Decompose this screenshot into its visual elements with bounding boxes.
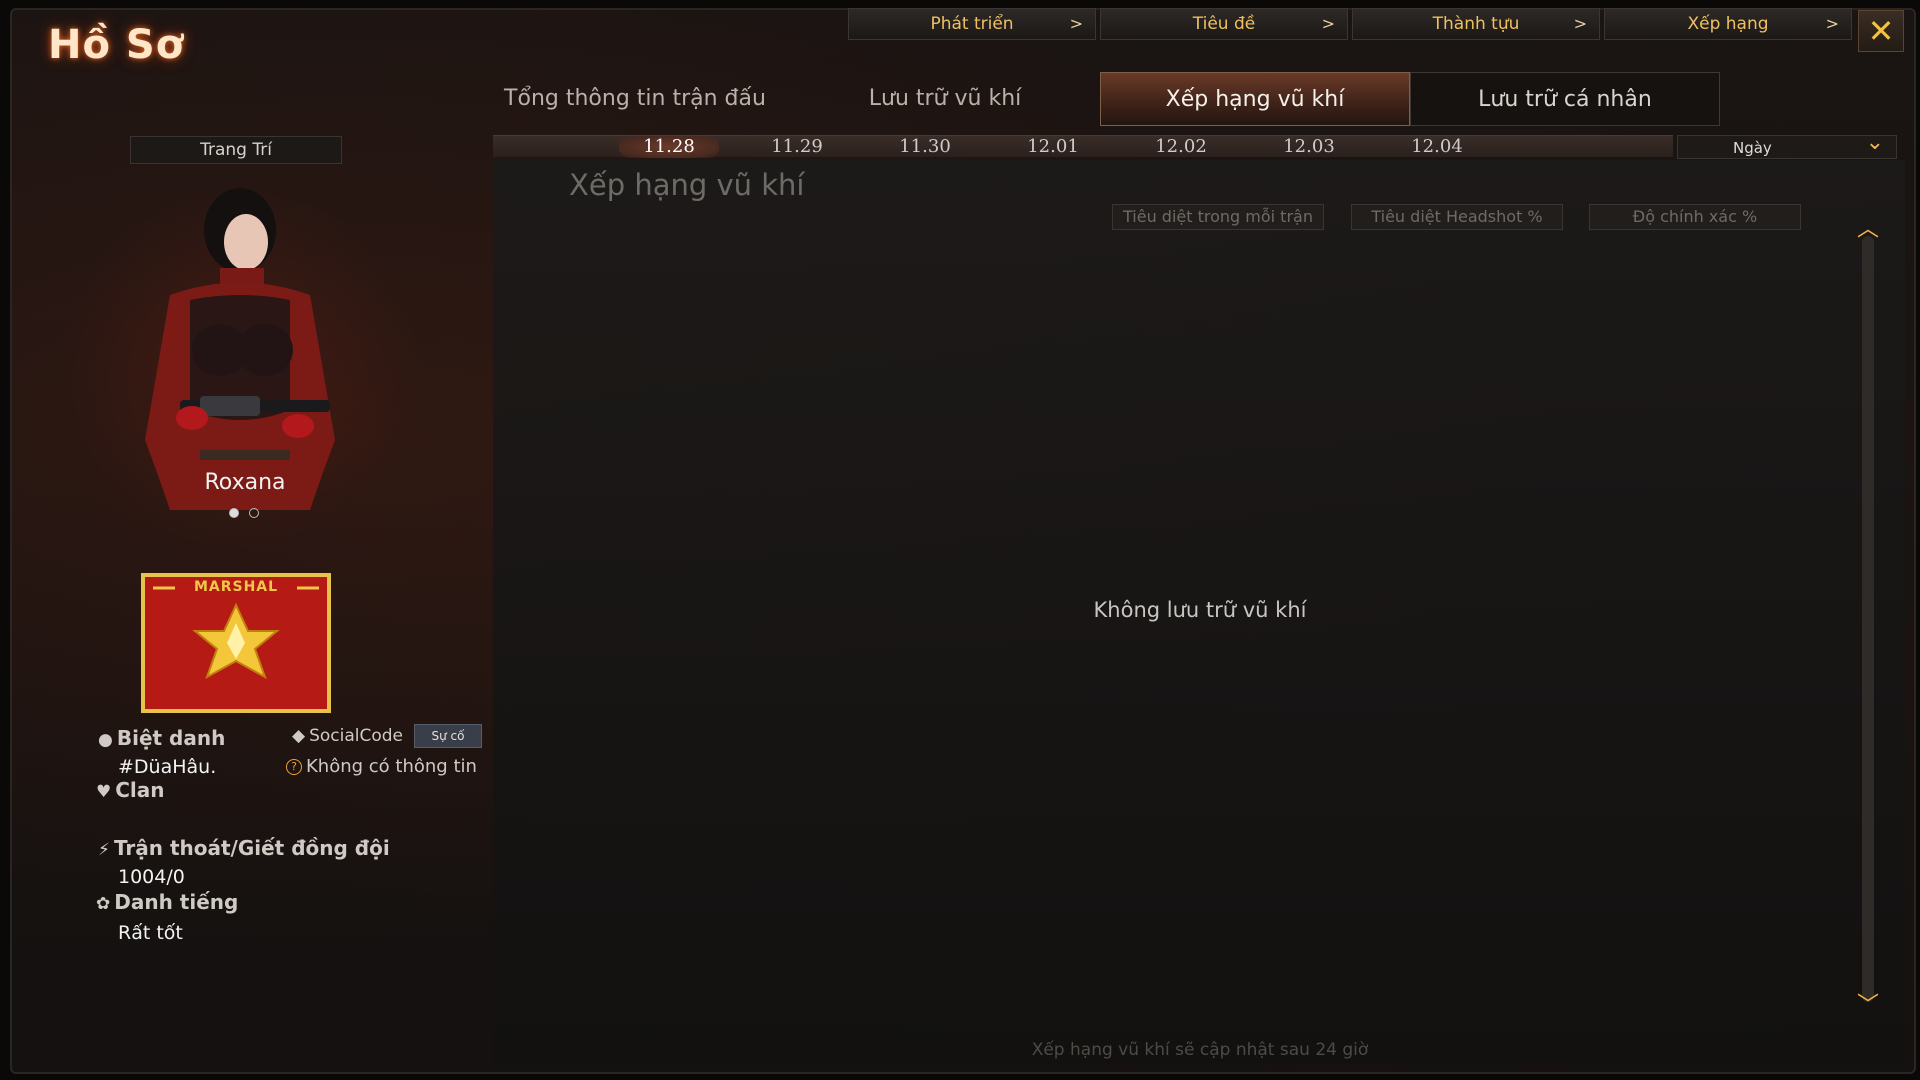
character-pager: [229, 508, 259, 518]
social-code-value: ? Không có thông tin: [286, 756, 494, 777]
nav-achievement-button[interactable]: Thành tựu >: [1352, 8, 1600, 40]
chevron-right-icon: >: [1321, 14, 1335, 33]
date-bar: 11.28 11.29 11.30 12.01 12.02 12.03 12.0…: [493, 135, 1673, 158]
sort-kills-per-match-button[interactable]: Tiêu diệt trong mỗi trận: [1112, 204, 1324, 230]
scroll-down-icon[interactable]: ﹀: [1856, 995, 1880, 1017]
tab-match-summary[interactable]: Tổng thông tin trận đấu: [480, 72, 790, 126]
close-icon: ✕: [1867, 12, 1895, 50]
date-item[interactable]: 11.28: [619, 136, 719, 158]
desert-label-text: Trận thoát/Giết đồng đội: [113, 836, 390, 860]
main-tabs: Tổng thông tin trận đấu Lưu trữ vũ khí X…: [480, 72, 1720, 126]
nav-ranking-button[interactable]: Xếp hạng >: [1604, 8, 1852, 40]
date-item[interactable]: 11.29: [747, 136, 847, 158]
running-icon: ⚡: [98, 840, 110, 860]
character-name: Roxana: [204, 470, 286, 495]
nickname-label-text: Biệt danh: [116, 726, 226, 750]
period-select[interactable]: Ngày ⌄: [1677, 130, 1897, 159]
report-button[interactable]: Sự cố: [414, 724, 482, 748]
period-select-label: Ngày: [1733, 139, 1772, 157]
pager-dot[interactable]: [249, 508, 259, 518]
decoration-button[interactable]: Trang Trí: [130, 136, 342, 164]
social-code-value-text: Không có thông tin: [306, 756, 477, 777]
reputation-label-text: Danh tiếng: [114, 890, 239, 914]
nav-title-button[interactable]: Tiêu đề >: [1100, 8, 1348, 40]
flower-icon: ✿: [96, 894, 111, 914]
social-code-label: ◆ SocialCode: [292, 726, 403, 746]
desert-value: 1004/0: [118, 866, 185, 888]
chevron-right-icon: >: [1069, 14, 1083, 33]
nav-development-button[interactable]: Phát triển >: [848, 8, 1096, 40]
top-nav: Phát triển > Tiêu đề > Thành tựu > Xếp h…: [848, 8, 1852, 40]
nav-label: Thành tựu: [1432, 14, 1520, 34]
close-button[interactable]: ✕: [1858, 10, 1904, 52]
tab-personal-archive[interactable]: Lưu trữ cá nhân: [1410, 72, 1720, 126]
nav-label: Xếp hạng: [1687, 14, 1769, 34]
chevron-right-icon: >: [1825, 14, 1839, 33]
reputation-label: ✿ Danh tiếng: [96, 890, 238, 914]
clan-label: ♥ Clan: [96, 778, 165, 802]
clan-icon: ♥: [96, 782, 112, 802]
reputation-value: Rất tốt: [118, 922, 183, 944]
window-title: Hồ Sơ: [48, 22, 185, 68]
tag-icon: ◆: [292, 726, 306, 746]
chevron-right-icon: >: [1573, 14, 1587, 33]
nickname-value: #DüaHâu.: [118, 756, 217, 778]
scrollbar[interactable]: [1862, 236, 1874, 1002]
pager-dot[interactable]: [229, 508, 239, 518]
nav-label: Phát triển: [930, 14, 1014, 34]
update-note: Xếp hạng vũ khí sẽ cập nhật sau 24 giờ: [1031, 1040, 1369, 1060]
date-item[interactable]: 12.02: [1131, 136, 1231, 158]
tab-weapon-ranking[interactable]: Xếp hạng vũ khí: [1100, 72, 1410, 126]
panel-title: Xếp hạng vũ khí: [569, 168, 805, 202]
question-icon: ?: [286, 759, 302, 775]
sort-accuracy-button[interactable]: Độ chính xác %: [1589, 204, 1801, 230]
rank-star-icon: [153, 586, 319, 680]
sort-headshot-button[interactable]: Tiêu diệt Headshot %: [1351, 204, 1563, 230]
date-item[interactable]: 12.01: [1003, 136, 1103, 158]
date-item[interactable]: 12.03: [1259, 136, 1359, 158]
nav-label: Tiêu đề: [1192, 14, 1256, 34]
chevron-down-icon: ⌄: [1865, 130, 1884, 155]
date-item[interactable]: 11.30: [875, 136, 975, 158]
nickname-label: ● Biệt danh: [98, 726, 225, 750]
tab-weapon-archive[interactable]: Lưu trữ vũ khí: [790, 72, 1100, 126]
social-code-label-text: SocialCode: [309, 726, 404, 746]
date-item[interactable]: 12.04: [1387, 136, 1487, 158]
user-icon: ●: [98, 730, 113, 750]
desert-label: ⚡ Trận thoát/Giết đồng đội: [98, 836, 390, 860]
clan-label-text: Clan: [115, 778, 165, 802]
empty-message: Không lưu trữ vũ khí: [1093, 598, 1307, 622]
rank-badge: MARSHAL: [141, 573, 331, 713]
